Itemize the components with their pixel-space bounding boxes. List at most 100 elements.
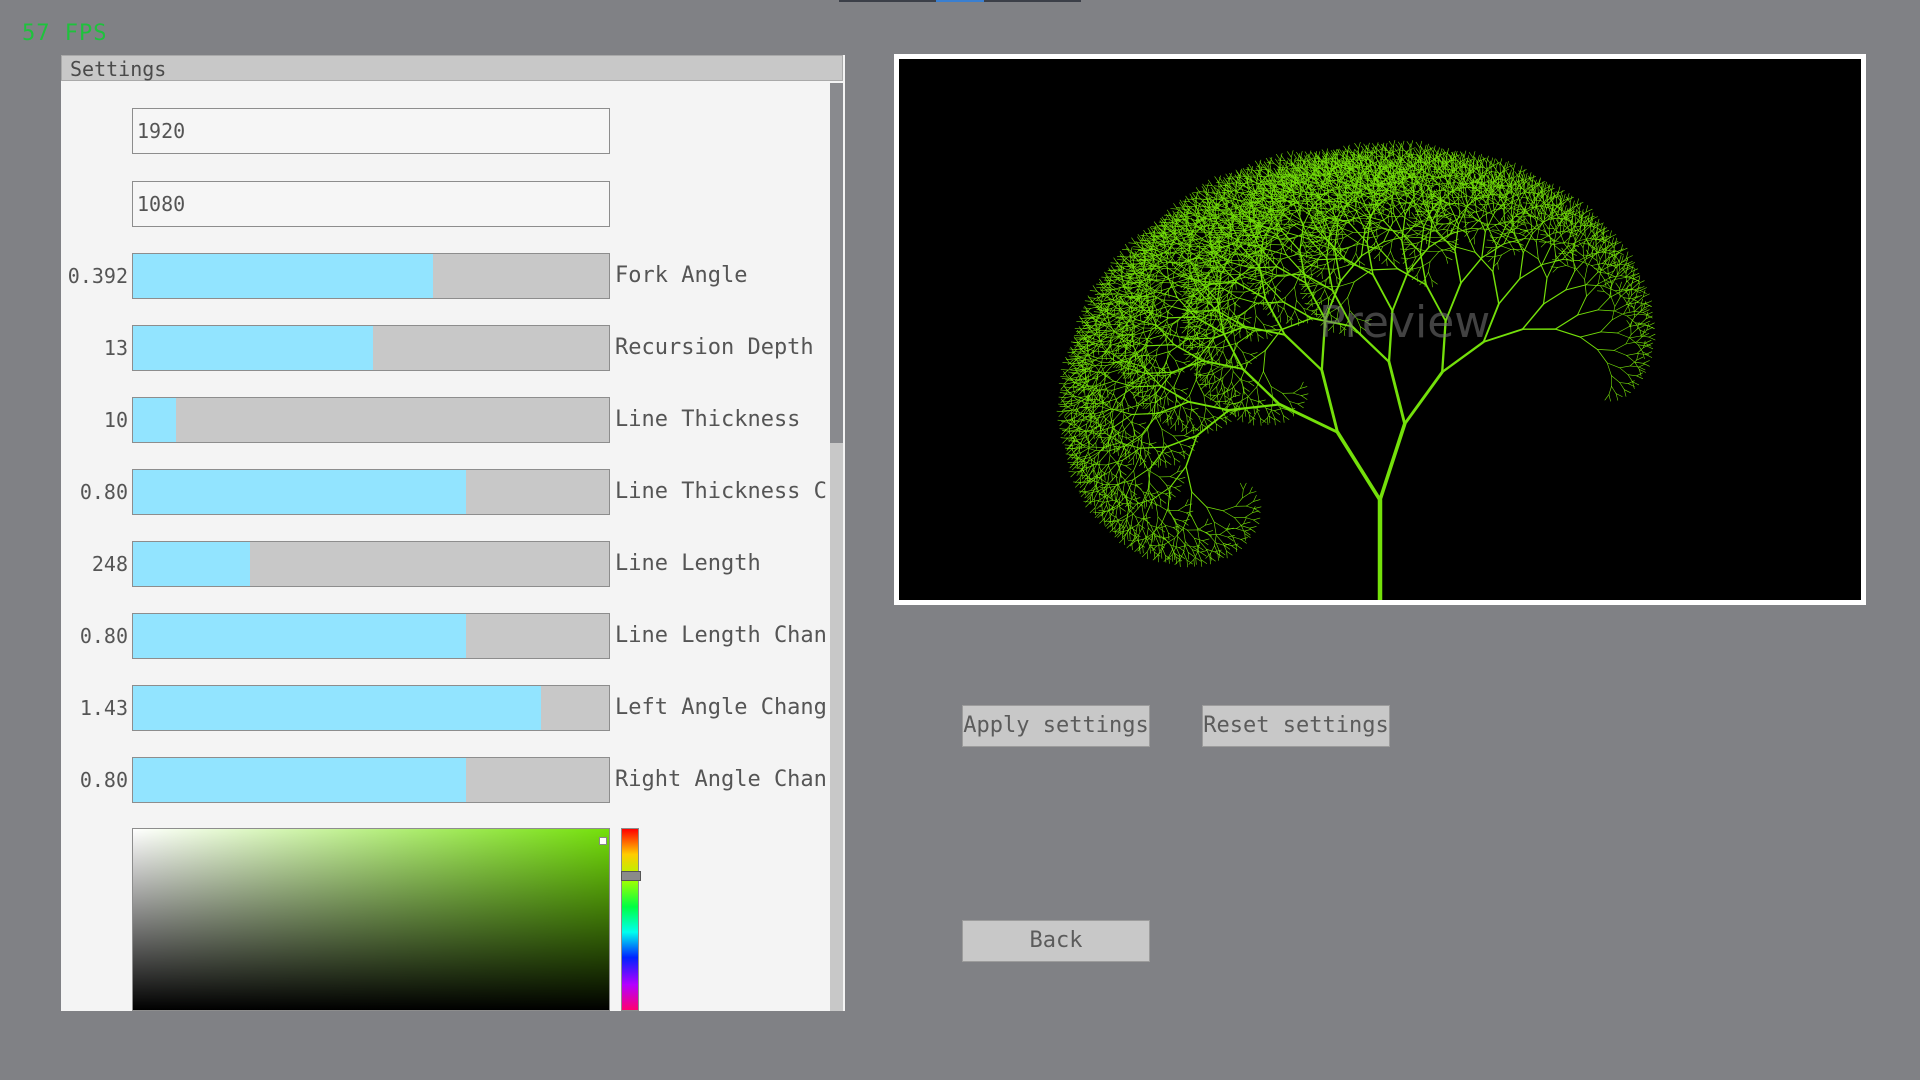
tree-branch — [1078, 418, 1084, 428]
height-input[interactable] — [132, 181, 610, 227]
tree-branch — [1235, 187, 1237, 197]
tree-branch — [1161, 547, 1166, 556]
tree-branch — [1232, 231, 1242, 234]
fork-angle-slider[interactable] — [132, 253, 610, 299]
tree-branch — [1089, 290, 1098, 292]
tree-branch — [1277, 159, 1286, 161]
tree-branch — [1191, 272, 1200, 274]
tree-branch — [1202, 540, 1209, 545]
tree-branch — [1144, 449, 1146, 457]
tree-branch — [1095, 416, 1105, 419]
line-length-slider[interactable] — [132, 541, 610, 587]
line-length-value: 248 — [91, 552, 128, 576]
tree-branch — [1160, 498, 1162, 507]
width-input[interactable] — [132, 108, 610, 154]
tree-branch — [1178, 202, 1184, 209]
tree-branch — [1235, 497, 1243, 507]
tree-branch — [1208, 534, 1217, 544]
tree-branch — [1240, 170, 1245, 177]
tree-branch — [1234, 389, 1236, 398]
tree-branch — [1214, 534, 1217, 547]
tree-branch — [1122, 373, 1129, 379]
tree-branch — [1235, 282, 1237, 290]
recursion-depth-slider[interactable] — [132, 325, 610, 371]
tree-branch — [1256, 386, 1260, 401]
tree-branch — [1181, 327, 1188, 334]
tree-branch — [1168, 532, 1170, 541]
tree-branch — [1108, 347, 1110, 355]
tree-branch — [1127, 297, 1135, 299]
tree-branch — [1252, 519, 1260, 525]
tree-branch — [1129, 340, 1132, 349]
tree-branch — [1161, 428, 1174, 437]
tree-branch — [1093, 354, 1104, 361]
line-length-change-slider[interactable] — [132, 613, 610, 659]
tree-branch — [1094, 499, 1100, 509]
tree-branch — [1164, 524, 1174, 528]
tree-branch — [1066, 404, 1076, 408]
tree-branch — [1183, 261, 1188, 270]
line-thickness-slider[interactable] — [132, 397, 610, 443]
line-thickness-change-slider[interactable] — [132, 469, 610, 515]
settings-title[interactable]: Settings — [61, 55, 843, 81]
tree-branch — [1121, 267, 1124, 275]
tree-branch — [1115, 353, 1123, 355]
tree-branch — [1090, 442, 1097, 448]
tree-branch — [1149, 544, 1158, 547]
tree-branch — [1248, 417, 1254, 424]
tree-branch — [1175, 536, 1179, 548]
tree-branch — [1109, 512, 1111, 521]
tree-branch — [1060, 389, 1068, 391]
tree-branch — [1170, 544, 1180, 548]
tree-branch — [1107, 471, 1110, 483]
settings-scrollbar-thumb[interactable] — [830, 83, 843, 443]
tree-branch — [1068, 471, 1076, 473]
tree-branch — [1246, 330, 1248, 339]
tree-branch — [1163, 214, 1172, 216]
tree-branch — [1194, 360, 1197, 368]
tree-branch — [1137, 545, 1143, 552]
tree-branch — [1092, 285, 1098, 292]
tree-branch — [1119, 506, 1126, 512]
tree-branch — [1129, 532, 1131, 540]
color-hue-slider[interactable] — [621, 828, 641, 1011]
tree-branch — [1159, 535, 1161, 543]
tree-branch — [1183, 360, 1191, 364]
tree-branch — [1293, 154, 1299, 161]
tree-branch — [1125, 463, 1133, 467]
tree-branch — [1093, 490, 1099, 500]
tree-branch — [1175, 244, 1182, 251]
tree-branch — [1215, 542, 1220, 552]
tree-branch — [1061, 421, 1069, 423]
tree-branch — [1201, 262, 1206, 271]
tree-branch — [1165, 460, 1167, 468]
tree-branch — [1360, 229, 1366, 257]
tree-branch — [1250, 352, 1258, 355]
tree-branch — [1115, 362, 1122, 369]
tree-branch — [1198, 416, 1208, 420]
right-angle-change-slider[interactable] — [132, 757, 610, 803]
tree-branch — [1138, 429, 1148, 440]
tree-branch — [1165, 379, 1174, 389]
tree-branch — [1126, 266, 1135, 268]
tree-branch — [1147, 298, 1157, 301]
tree-branch — [1287, 151, 1292, 158]
tree-branch — [1105, 495, 1110, 505]
tree-branch — [1183, 451, 1190, 457]
left-angle-change-slider[interactable] — [132, 685, 610, 731]
tree-branch — [1270, 409, 1276, 419]
tree-branch — [1284, 162, 1292, 164]
tree-branch — [1171, 263, 1180, 265]
tree-branch — [1271, 324, 1279, 327]
tree-branch — [1084, 316, 1092, 318]
color-picker-marker[interactable] — [599, 837, 607, 845]
tree-branch — [1071, 398, 1073, 407]
tree-branch — [1135, 485, 1142, 490]
tree-branch — [1074, 352, 1082, 359]
color-saturation-value-picker[interactable] — [132, 828, 610, 1011]
tree-branch — [1116, 401, 1118, 409]
tree-branch — [1249, 415, 1251, 423]
hue-slider-handle[interactable] — [621, 871, 641, 881]
tree-branch — [1175, 556, 1177, 565]
tree-branch — [1270, 386, 1283, 394]
